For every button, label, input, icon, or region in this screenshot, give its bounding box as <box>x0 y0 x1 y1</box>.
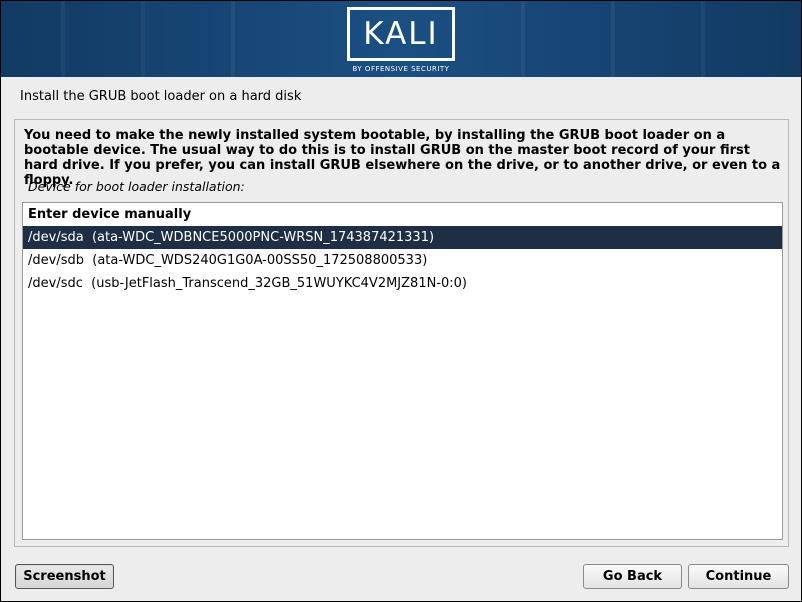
page-title: Install the GRUB boot loader on a hard d… <box>20 89 302 104</box>
device-list-label: Device for boot loader installation: <box>28 179 245 194</box>
installer-window: KALI BY OFFENSIVE SECURITY Install the G… <box>0 0 802 602</box>
device-item-manual[interactable]: Enter device manually <box>23 203 782 226</box>
screenshot-button[interactable]: Screenshot <box>15 564 114 589</box>
go-back-button[interactable]: Go Back <box>583 564 682 589</box>
device-item-sdc[interactable]: /dev/sdc (usb-JetFlash_Transcend_32GB_51… <box>23 272 782 295</box>
kali-logo-subtitle: BY OFFENSIVE SECURITY <box>352 65 450 73</box>
device-item-sda[interactable]: /dev/sda (ata-WDC_WDBNCE5000PNC-WRSN_174… <box>23 226 782 249</box>
continue-button[interactable]: Continue <box>688 564 789 589</box>
kali-banner: KALI BY OFFENSIVE SECURITY <box>1 1 801 77</box>
kali-logo: KALI <box>347 7 455 61</box>
device-item-sdb[interactable]: /dev/sdb (ata-WDC_WDS240G1G0A-00SS50_172… <box>23 249 782 272</box>
device-list[interactable]: Enter device manually /dev/sda (ata-WDC_… <box>22 202 783 540</box>
content-panel: You need to make the newly installed sys… <box>14 119 789 547</box>
